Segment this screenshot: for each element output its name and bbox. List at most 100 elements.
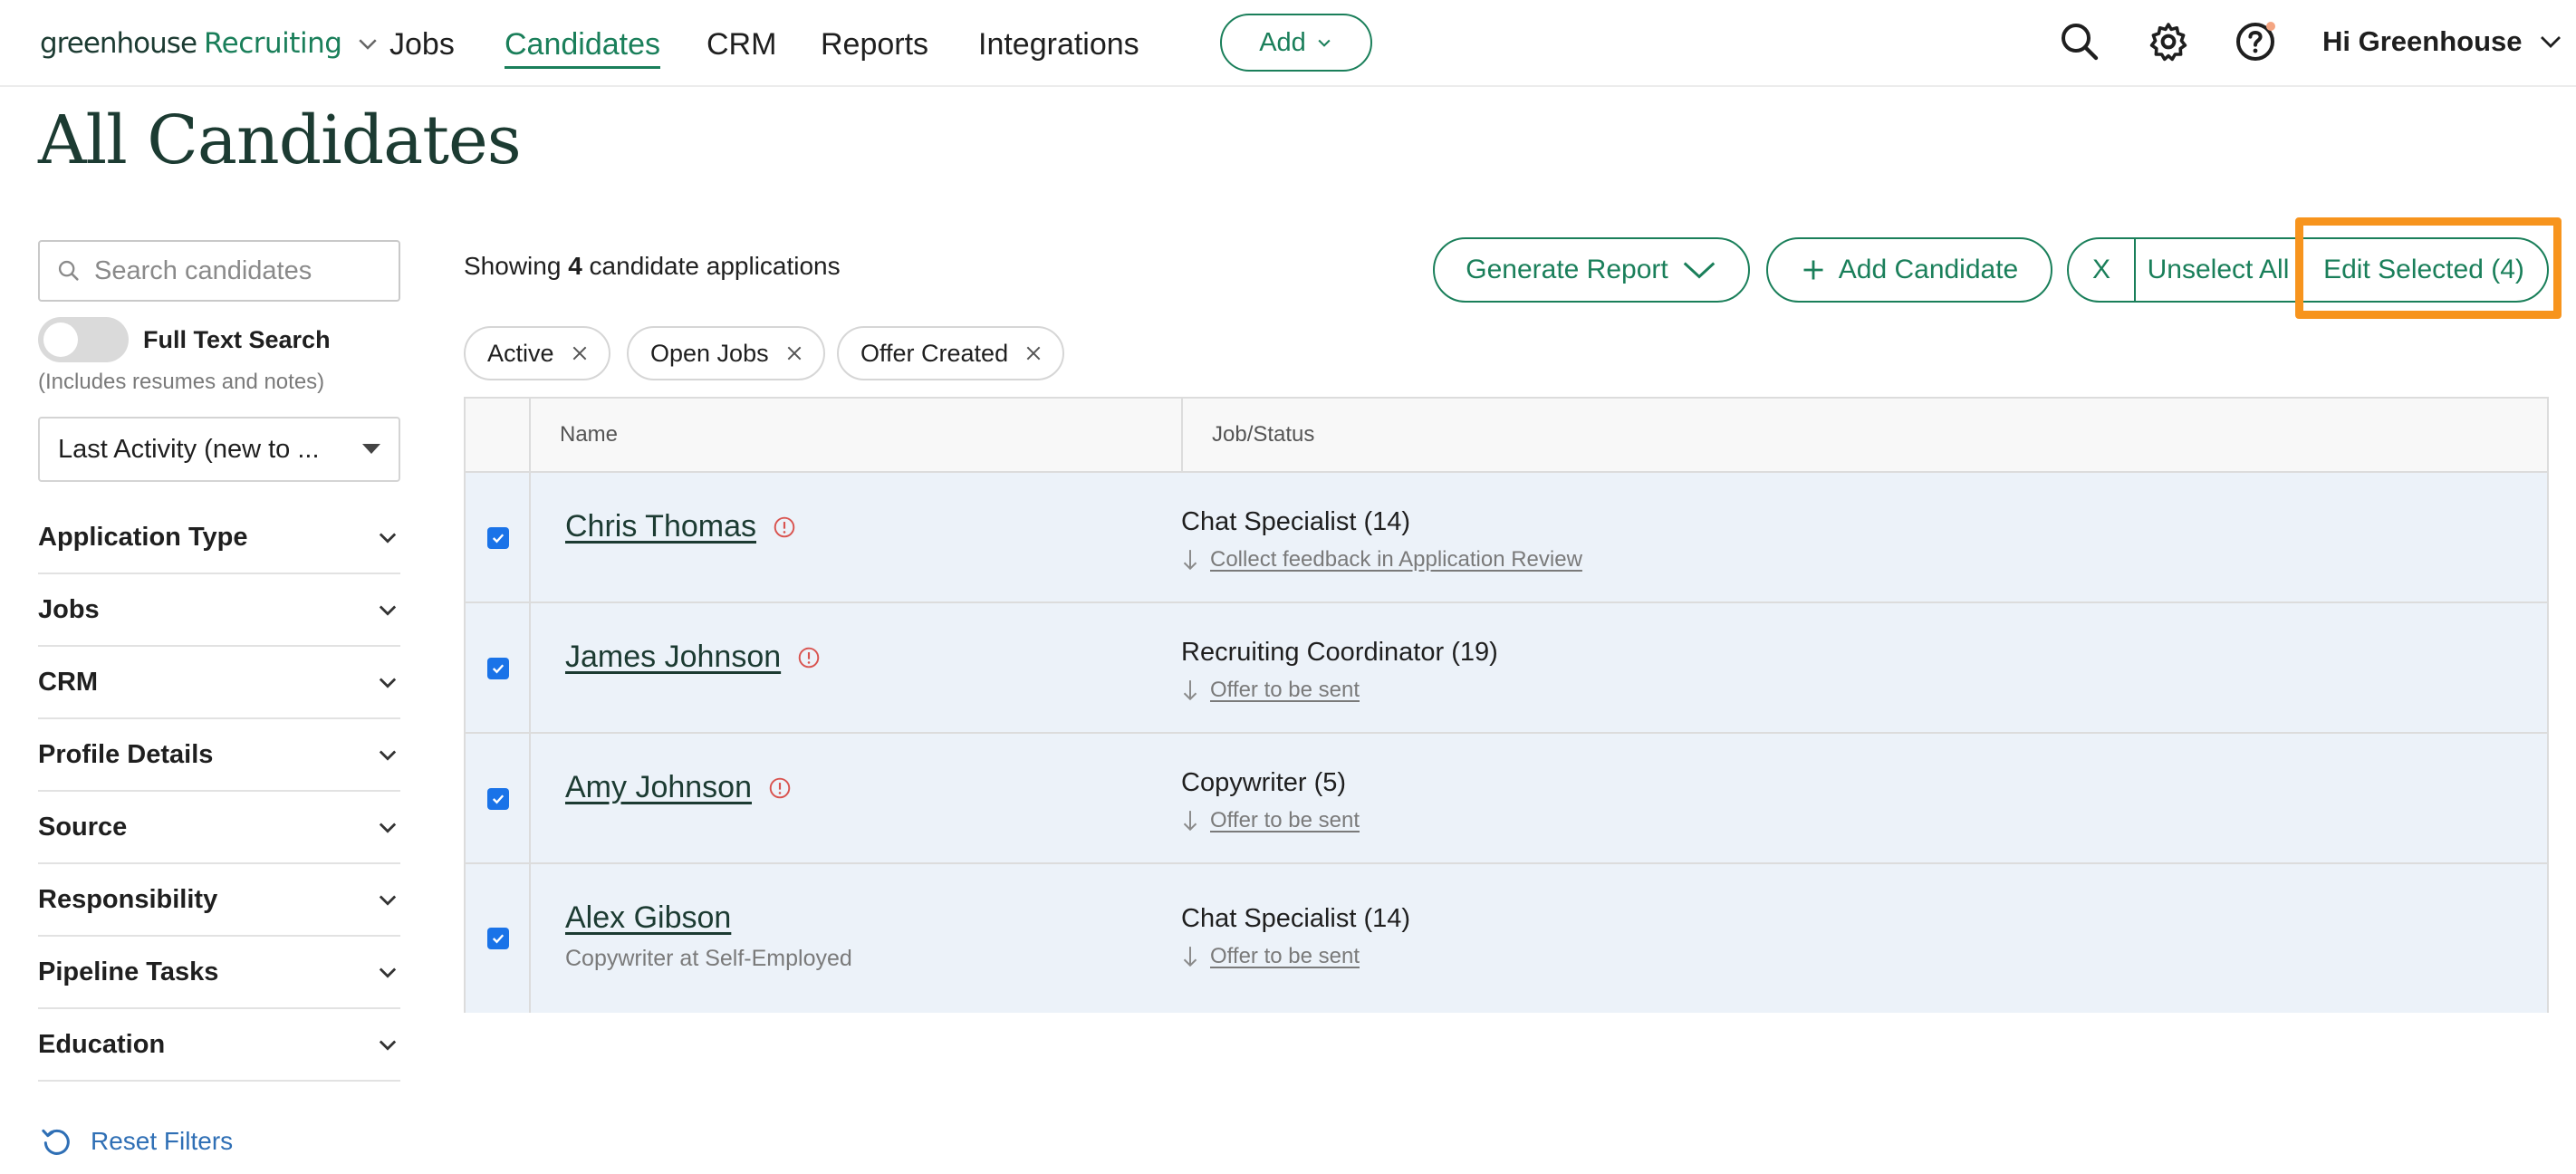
warning-icon (798, 647, 820, 668)
full-text-search-toggle[interactable] (38, 317, 129, 362)
filter-responsibility[interactable]: Responsibility (38, 864, 400, 937)
application-status[interactable]: Offer to be sent (1181, 808, 1360, 833)
candidate-name: James Johnson (565, 640, 782, 674)
filter-education[interactable]: Education (38, 1009, 400, 1082)
filter-chip-open-jobs[interactable]: Open Jobs (627, 326, 825, 380)
caret-down-icon (362, 444, 380, 454)
filter-profile-details[interactable]: Profile Details (38, 719, 400, 792)
chevron-down-icon (1318, 39, 1331, 47)
sort-select[interactable]: Last Activity (new to ... (38, 417, 400, 482)
results-number: 4 (568, 252, 582, 280)
add-candidate-button[interactable]: Add Candidate (1766, 237, 2052, 303)
search-candidates-input[interactable] (94, 255, 384, 286)
add-button[interactable]: Add (1220, 14, 1372, 72)
row-checkbox[interactable] (487, 928, 509, 949)
application-status[interactable]: Offer to be sent (1181, 944, 1360, 969)
reset-filters-label: Reset Filters (91, 1127, 234, 1155)
candidate-name-link[interactable]: Amy Johnson (565, 770, 792, 805)
job-title[interactable]: Chat Specialist (14) (1181, 904, 1410, 934)
search-icon[interactable] (2058, 20, 2101, 63)
table-header: Name Job/Status (466, 399, 2547, 473)
filter-crm[interactable]: CRM (38, 647, 400, 719)
reset-filters-link[interactable]: Reset Filters (38, 1123, 233, 1160)
reset-icon (42, 1129, 70, 1155)
edit-selected-button[interactable]: Edit Selected (4) (2301, 239, 2547, 301)
column-header-name[interactable]: Name (531, 399, 1183, 471)
job-title[interactable]: Chat Specialist (14) (1181, 507, 1410, 537)
chevron-down-icon (2540, 36, 2561, 48)
chevron-down-icon (379, 823, 397, 833)
nav-link-integrations[interactable]: Integrations (978, 27, 1139, 63)
warning-icon (774, 516, 795, 537)
table-row: Chris Thomas Chat Specialist (14) Collec… (466, 473, 2547, 603)
filter-label: Jobs (38, 594, 100, 624)
results-prefix: Showing (464, 252, 569, 280)
filter-application-type[interactable]: Application Type (38, 502, 400, 574)
results-count: Showing 4 candidate applications (464, 252, 841, 281)
app-logo[interactable]: greenhouse Recruiting (40, 24, 381, 63)
candidate-name: Chris Thomas (565, 509, 756, 544)
chevron-down-icon (379, 895, 397, 906)
unselect-all-button[interactable]: Unselect All (2136, 239, 2301, 301)
application-status[interactable]: Offer to be sent (1181, 678, 1360, 703)
candidate-name-link[interactable]: Alex Gibson (565, 900, 731, 936)
row-select-cell (466, 603, 531, 732)
candidate-name-link[interactable]: James Johnson (565, 640, 821, 675)
chevron-down-icon[interactable] (354, 30, 381, 57)
filter-label: Education (38, 1029, 166, 1059)
job-title[interactable]: Copywriter (5) (1181, 768, 1346, 798)
column-header-job-status: Job/Status (1212, 422, 1315, 447)
filter-jobs[interactable]: Jobs (38, 574, 400, 647)
add-button-label: Add (1259, 27, 1306, 57)
generate-report-button[interactable]: Generate Report (1433, 237, 1750, 303)
status-text: Offer to be sent (1210, 678, 1360, 702)
results-suffix: candidate applications (582, 252, 841, 280)
row-checkbox[interactable] (487, 658, 509, 679)
warning-icon (769, 777, 791, 798)
arrow-down-icon (1183, 680, 1197, 701)
top-nav: greenhouse Recruiting Jobs Candidates CR… (0, 0, 2576, 87)
close-icon[interactable] (1024, 344, 1043, 362)
candidates-table: Name Job/Status Chris Thomas Chat Specia… (464, 397, 2549, 1013)
nav-link-candidates[interactable]: Candidates (505, 27, 661, 69)
candidate-name-link[interactable]: Chris Thomas (565, 509, 796, 544)
chevron-down-icon (379, 1040, 397, 1051)
arrow-down-icon (1183, 947, 1197, 967)
candidate-subtitle: Copywriter at Self-Employed (565, 946, 852, 971)
chevron-down-icon (1683, 262, 1716, 279)
row-checkbox[interactable] (487, 527, 509, 549)
search-candidates-field[interactable] (38, 240, 400, 302)
filter-label: Pipeline Tasks (38, 957, 219, 986)
chevron-down-icon (379, 605, 397, 616)
clear-selection-button[interactable]: X (2069, 239, 2136, 301)
filter-pipeline-tasks[interactable]: Pipeline Tasks (38, 937, 400, 1009)
application-status[interactable]: Collect feedback in Application Review (1181, 547, 1582, 573)
status-text: Offer to be sent (1210, 944, 1360, 968)
arrow-down-icon (1183, 550, 1197, 571)
status-text: Offer to be sent (1210, 808, 1360, 832)
close-icon[interactable] (571, 344, 589, 362)
row-select-cell (466, 864, 531, 1013)
close-icon[interactable] (785, 344, 803, 362)
chip-label: Offer Created (860, 339, 1009, 367)
filter-chip-active[interactable]: Active (464, 326, 610, 380)
chevron-down-icon (379, 678, 397, 688)
filter-label: Source (38, 812, 128, 842)
toggle-knob (43, 322, 78, 357)
select-column-header (466, 399, 531, 471)
chip-label: Active (487, 339, 554, 367)
user-menu[interactable]: Hi Greenhouse (2322, 25, 2564, 58)
row-checkbox[interactable] (487, 788, 509, 810)
nav-link-crm[interactable]: CRM (706, 27, 776, 63)
chevron-down-icon (379, 533, 397, 544)
full-text-search-label: Full Text Search (143, 326, 331, 353)
nav-link-jobs[interactable]: Jobs (389, 27, 455, 63)
job-title[interactable]: Recruiting Coordinator (19) (1181, 638, 1498, 668)
filter-source[interactable]: Source (38, 792, 400, 864)
filter-label: Profile Details (38, 739, 214, 769)
gear-icon[interactable] (2147, 20, 2190, 63)
nav-link-reports[interactable]: Reports (821, 27, 928, 63)
help-icon[interactable] (2234, 20, 2277, 63)
filter-chip-offer-created[interactable]: Offer Created (837, 326, 1065, 380)
check-icon (492, 794, 505, 804)
